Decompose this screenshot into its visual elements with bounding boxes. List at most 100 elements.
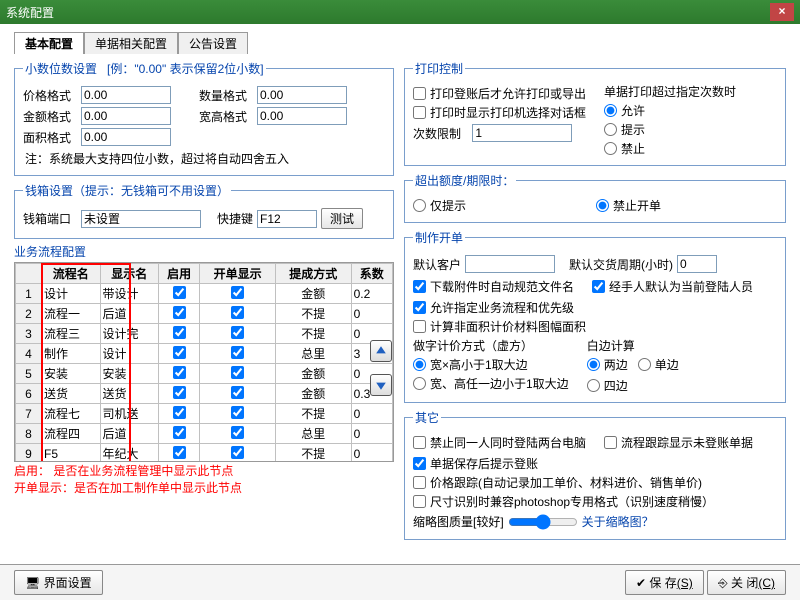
cb-enable[interactable] [173,306,186,319]
qty-input[interactable] [257,86,347,104]
hotkey-input[interactable] [257,210,317,228]
cb-open[interactable] [231,326,244,339]
cb-enable[interactable] [173,366,186,379]
tab-bill[interactable]: 单据相关配置 [84,32,178,54]
table-row[interactable]: 9F5年纪大不提0 [16,444,393,463]
table-row[interactable]: 5安装安装金额0 [16,364,393,384]
titlebar: 系统配置 × [0,0,800,24]
cb-open[interactable] [231,286,244,299]
cb-allow-flow[interactable]: 允许指定业务流程和优先级 [413,299,777,316]
limit-input[interactable] [472,124,572,142]
th-name: 流程名 [42,264,101,284]
r-forbid-open[interactable]: 禁止开单 [596,197,661,214]
move-up-button[interactable] [370,340,392,362]
r-hint[interactable]: 提示 [604,121,736,138]
table-row[interactable]: 1设计带设计金额0.2 [16,284,393,304]
price-input[interactable] [81,86,171,104]
cb-price-track[interactable]: 价格跟踪(自动记录加工单价、材料进价、销售单价) [413,474,777,491]
th-open: 开单显示 [200,264,276,284]
tabbar: 基本配置 单据相关配置 公告设置 [14,32,800,54]
r-side3[interactable]: 四边 [587,377,679,394]
make-legend: 制作开单 [413,229,465,246]
cb-enable[interactable] [173,446,186,459]
thumb-slider[interactable] [508,514,578,530]
cycle-label: 默认交货周期(小时) [569,256,673,273]
other-group: 其它 禁止同一人同时登陆两台电脑 流程跟踪显示未登账单据 单据保存后提示登账 价… [404,409,786,540]
cb-enable[interactable] [173,406,186,419]
table-row[interactable]: 3流程三设计完不提0 [16,324,393,344]
flow-legend: 业务流程配置 [14,243,394,260]
cb-print-after[interactable]: 打印登账后才允许打印或导出 [413,85,586,102]
r-allow[interactable]: 允许 [604,102,736,119]
area-input[interactable] [81,128,171,146]
r-dim1[interactable]: 宽×高小于1取大边 [413,356,569,373]
cb-open[interactable] [231,426,244,439]
cb-open[interactable] [231,386,244,399]
port-label: 钱箱端口 [23,210,77,227]
amount-input[interactable] [81,107,171,125]
cust-label: 默认客户 [413,256,461,273]
print-group: 打印控制 打印登账后才允许打印或导出 打印时显示打印机选择对话框 次数限制 单据… [404,60,786,166]
close-icon[interactable]: × [770,3,794,21]
cb-enable[interactable] [173,326,186,339]
r-side2[interactable]: 单边 [638,356,679,373]
amount-label: 金额格式 [23,108,77,125]
cb-open[interactable] [231,366,244,379]
cb-ps-compat[interactable]: 尺寸识别时兼容photoshop专用格式（识别速度稍慢） [413,493,777,510]
table-row[interactable]: 7流程七司机送不提0 [16,404,393,424]
hotkey-label: 快捷键 [217,210,253,227]
decimals-note: 注：系统最大支持四位小数，超过将自动四舍五入 [25,150,385,167]
tab-basic[interactable]: 基本配置 [14,32,84,54]
cb-calc-area[interactable]: 计算非面积计价材料图幅面积 [413,318,777,335]
move-down-button[interactable] [370,374,392,396]
wh-label: 宽高格式 [199,108,253,125]
save-button[interactable]: ✔ 保 存(S) [625,570,704,595]
overdue-legend: 超出额度/期限时： [413,172,516,189]
th-disp: 显示名 [100,264,159,284]
cb-open[interactable] [231,346,244,359]
r-side1[interactable]: 两边 [587,356,628,373]
r-forbid[interactable]: 禁止 [604,140,736,157]
th-enable: 启用 [159,264,200,284]
r-dim2[interactable]: 宽、高任一边小于1取大边 [413,375,569,392]
make-group: 制作开单 默认客户 默认交货周期(小时) 下载附件时自动规范文件名 经手人默认为… [404,229,786,403]
print-legend: 打印控制 [413,60,465,77]
cycle-input[interactable] [677,255,717,273]
flow-table: 流程名 显示名 启用 开单显示 提成方式 系数 1设计带设计金额0.22流程一后… [15,263,393,462]
port-input[interactable] [81,210,201,228]
decimals-legend: 小数位数设置 [25,62,97,76]
cb-enable[interactable] [173,286,186,299]
table-row[interactable]: 8流程四后道总里0 [16,424,393,444]
cb-enable[interactable] [173,346,186,359]
tab-notice[interactable]: 公告设置 [178,32,248,54]
cb-enable[interactable] [173,386,186,399]
other-legend: 其它 [413,409,441,426]
table-row[interactable]: 6送货送货金额0.3 [16,384,393,404]
table-row[interactable]: 2流程一后道不提0 [16,304,393,324]
cb-open[interactable] [231,406,244,419]
cb-open[interactable] [231,306,244,319]
table-row[interactable]: 4制作设计总里3 [16,344,393,364]
cashbox-group: 钱箱设置（提示：无钱箱可不用设置） 钱箱端口 快捷键 测试 [14,182,394,239]
window-title: 系统配置 [6,4,54,21]
cb-download[interactable]: 下载附件时自动规范文件名 [413,278,574,295]
thumb-link[interactable]: 关于缩略图？ [582,513,654,530]
limit-label: 次数限制 [413,125,461,142]
cust-input[interactable] [465,255,555,273]
cb-handler[interactable]: 经手人默认为当前登陆人员 [592,278,753,295]
dim-label: 做字计价方式（虚方） [413,337,569,354]
test-button[interactable]: 测试 [321,208,363,229]
cb-track[interactable]: 流程跟踪显示未登账单据 [604,434,753,451]
cb-save-hint[interactable]: 单据保存后提示登账 [413,455,777,472]
flow-table-wrap: 流程名 显示名 启用 开单显示 提成方式 系数 1设计带设计金额0.22流程一后… [14,262,394,462]
cb-enable[interactable] [173,426,186,439]
cb-single-pc[interactable]: 禁止同一人同时登陆两台电脑 [413,434,586,451]
area-label: 面积格式 [23,129,77,146]
cb-print-dialog[interactable]: 打印时显示打印机选择对话框 [413,104,586,121]
r-only-hint[interactable]: 仅提示 [413,197,466,214]
close-button[interactable]: ⎆ 关 闭(C) [707,570,786,595]
ui-settings-button[interactable]: 🖥 界面设置 [14,570,103,595]
wh-input[interactable] [257,107,347,125]
cb-open[interactable] [231,446,244,459]
explain1: 启用： 是否在业务流程管理中显示此节点 [14,464,394,479]
